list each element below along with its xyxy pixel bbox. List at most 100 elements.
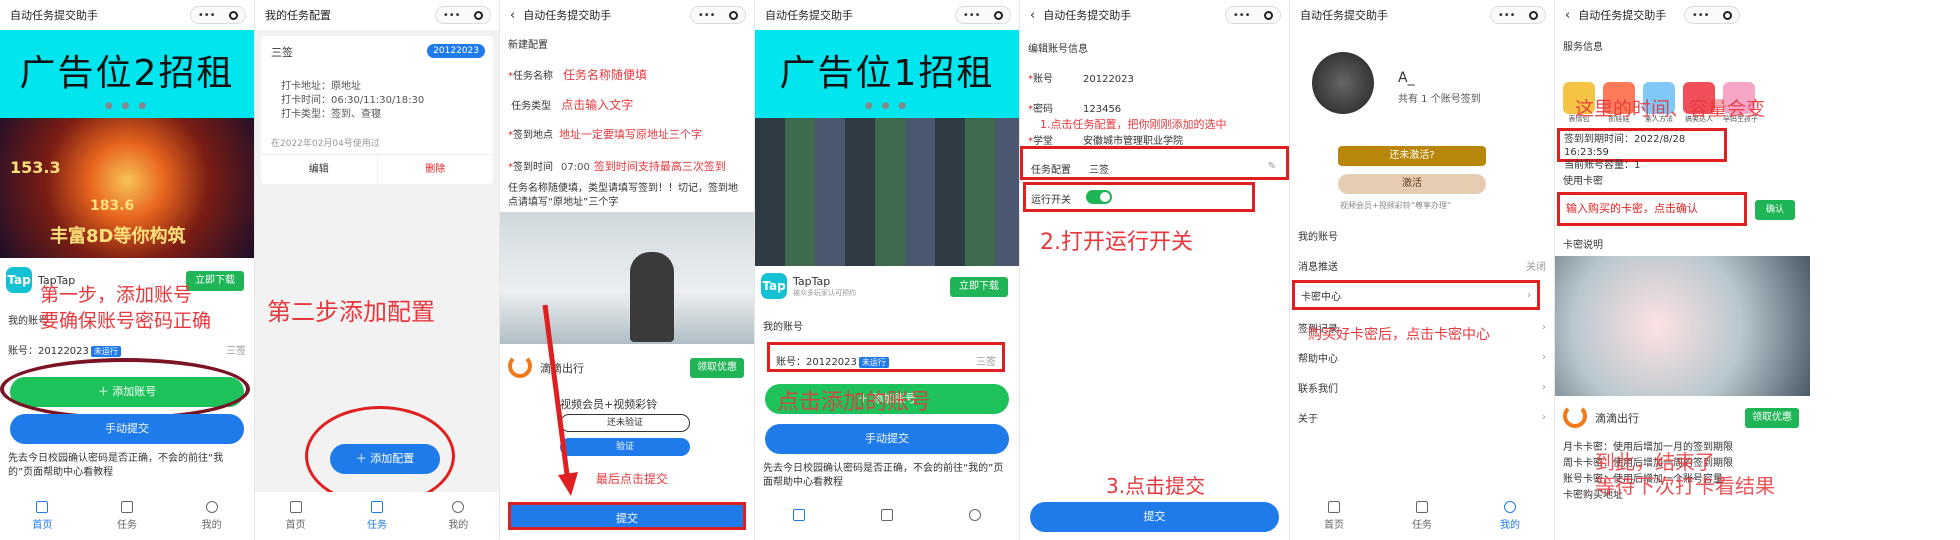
task-icon [1416,501,1428,513]
last-step-annotation: 最后点击提交 [596,472,669,486]
nav-mine[interactable] [969,508,981,524]
step1-annotation: 第一步，添加账号 [40,284,193,306]
field-label: 账号 [1033,74,1053,85]
capsule-menu[interactable]: ••• [690,6,746,24]
video-ad-image[interactable] [500,212,754,344]
nav-task[interactable]: 任务 [1412,501,1432,531]
capsule-menu[interactable]: ••• [1225,6,1281,24]
panel-card-center: ‹ 自动任务提交助手 ••• 服务信息 表情包 抓娃娃 素人方法 搞笑达人 孕妈生… [1555,0,1960,540]
close-icon[interactable] [729,10,739,20]
field-task-type[interactable]: 任务类型 点击输入文字 [508,96,746,113]
ad-image[interactable] [1555,256,1810,396]
config-name: 三签 [271,46,293,59]
nav-mine[interactable]: 我的 [1500,501,1520,531]
nav-home[interactable]: 首页 [32,501,52,531]
claim-button[interactable]: 领取优惠 [690,358,744,378]
nav-task[interactable]: 任务 [367,501,387,531]
menu-contact[interactable]: 联系我们 › [1298,376,1546,398]
chevron-right-icon: › [1542,381,1546,393]
run-toggle[interactable] [1086,190,1112,204]
time-hint-annotation: 这里的时间、容量会变 [1575,98,1766,120]
account-label: 账号：20122023 [8,346,89,357]
run-switch-row[interactable]: 运行开关 [1023,182,1255,212]
edit-button[interactable]: 编辑 [261,155,378,184]
manual-submit-button[interactable]: 手动提交 [765,424,1009,454]
click-account-annotation: 点击添加的账号 [777,390,932,415]
nav-home[interactable]: 首页 [1324,501,1344,531]
menu-label: 消息推送 [1298,261,1338,273]
field-account[interactable]: *账号 20122023 [1028,70,1281,85]
game-ad-image[interactable] [755,118,1019,266]
nav-home[interactable] [793,508,805,524]
back-icon[interactable]: ‹ [1030,8,1035,23]
config-card[interactable]: 三签 20122023 打卡地址：原地址 打卡时间：06:30/11:30/18… [261,36,493,184]
panel-task-config: 我的任务配置 ••• 三签 20122023 打卡地址：原地址 打卡时间：06:… [255,0,500,540]
account-item[interactable]: 账号：20122023 未运行 三签 [767,342,1005,372]
field-label: 任务名称 [513,71,553,82]
claim-button[interactable]: 领取优惠 [1745,408,1799,428]
card-input[interactable]: 输入购买的卡密，点击确认 [1557,192,1747,226]
not-activated-button[interactable]: 还未激活? [1338,146,1486,166]
menu-help[interactable]: 帮助中心 › [1298,346,1546,368]
username: A_ [1398,70,1415,86]
capsule-menu[interactable]: ••• [435,6,491,24]
hint3-annotation: 3.点击提交 [1106,474,1206,498]
field-label: 任务配置 [1031,165,1071,176]
section-title: 编辑账号信息 [1028,44,1088,55]
submit-button[interactable]: 提交 [1030,502,1279,532]
close-icon[interactable] [994,10,1004,20]
game-ad-image[interactable]: 153.3 183.6 丰富8D等你构筑 [0,118,254,258]
task-icon [370,501,383,513]
manual-submit-button[interactable]: 手动提交 [10,414,244,444]
menu-push[interactable]: 消息推送 关闭 [1298,254,1546,276]
note-text: 任务名称随便填，类型请填写签到！！切记，签到地点请填写“原地址”三个字 [508,183,738,208]
game-ad-caption: 丰富8D等你构筑 [50,226,186,247]
panel-edit-account: ‹ 自动任务提交助手 ••• 编辑账号信息 *账号 20122023 *密码 1234… [1020,0,1290,540]
nav-mine[interactable]: 我的 [202,501,222,531]
activate-button[interactable]: 激活 [1338,174,1486,194]
nav-home[interactable]: 首页 [286,501,306,531]
close-icon[interactable] [1529,10,1539,20]
menu-label: 联系我们 [1298,383,1338,395]
app-title: 我的任务配置 [265,9,331,22]
nav-task[interactable]: 任务 [117,501,137,531]
delete-button[interactable]: 删除 [378,155,494,184]
nav-home-label: 首页 [32,520,53,531]
field-label: 任务类型 [511,101,552,112]
tip-text: 先去今日校园确认密码是否正确，不会的前往“我的”页面帮助中心看教程 [763,463,1004,488]
back-icon[interactable]: ‹ [510,8,515,23]
submit-button[interactable]: 提交 [508,502,746,530]
download-button[interactable]: 立即下载 [186,271,244,291]
download-button[interactable]: 立即下载 [950,277,1008,297]
field-password[interactable]: *密码 123456 [1028,100,1281,115]
capsule-menu[interactable]: ••• [190,6,246,24]
field-task-name[interactable]: *任务名称 任务名称随便填 [508,66,746,83]
account-item[interactable]: 账号：20122023 未运行 三签 [8,342,246,357]
close-icon[interactable] [1264,10,1274,20]
capsule-menu[interactable]: ••• [1490,6,1546,24]
field-task-config[interactable]: 任务配置 三签 ✎ [1020,146,1289,180]
final-annotation-2: 等待下次打卡看结果 [1595,474,1775,498]
menu-card-center[interactable]: 卡密中心 › [1292,280,1540,310]
field-sign-time[interactable]: *签到时间 07:00 签到时间支持最高三次签到 [508,158,746,174]
service-info-box: 签到到期时间：2022/8/28 16:23:59 当前账号容量：1 [1557,128,1727,171]
field-school[interactable]: *学堂 安徽城市管理职业学院 [1028,132,1281,147]
close-icon[interactable] [474,10,484,20]
home-icon [793,508,805,521]
confirm-button[interactable]: 确认 [1755,200,1795,220]
avatar[interactable] [1312,52,1374,114]
nav-task[interactable] [881,508,893,524]
bottom-nav: 首页 任务 我的 [1290,492,1554,540]
menu-about[interactable]: 关于 › [1298,406,1546,428]
nav-mine-label: 我的 [1500,520,1520,531]
field-sign-addr[interactable]: *签到地点 地址一定要填写原地址三个字 [508,126,746,142]
field-value: 07:00 [561,162,590,173]
config-used: 在2022年02月04号使用过 [271,139,380,149]
capsule-menu[interactable]: ••• [955,6,1011,24]
hint2-annotation: 2.打开运行开关 [1040,230,1193,255]
close-icon[interactable] [229,10,239,20]
didi-logo-icon [508,354,532,378]
field-hint: 点击输入文字 [561,98,634,112]
nav-mine[interactable]: 我的 [448,501,468,531]
panel-home-step1: 自动任务提交助手 ••• 广告位2招租 ● ● ● 153.3 183.6 丰富… [0,0,255,540]
